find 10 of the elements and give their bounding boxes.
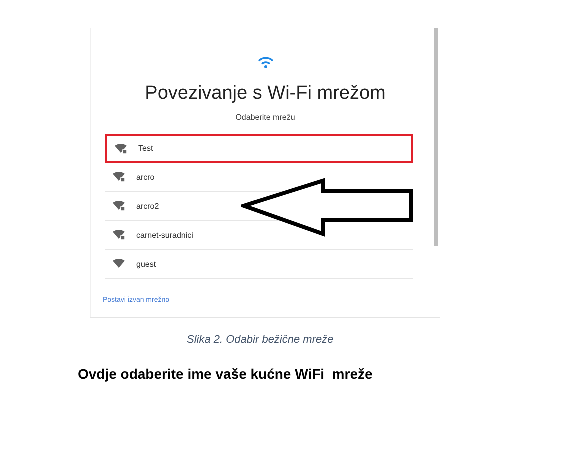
network-name[interactable]: guest — [136, 260, 156, 268]
instruction-text: Ovdje odaberite ime vaše kućne WiFi mreže — [78, 366, 373, 382]
dialog-subtitle: Odaberite mrežu — [236, 113, 296, 122]
network-name[interactable]: Test — [138, 144, 154, 153]
figure-caption: Slika 2. Odabir bežične mreže — [187, 334, 334, 346]
wifi-icon — [258, 56, 274, 69]
network-name[interactable]: arcro2 — [136, 202, 160, 210]
network-name[interactable]: carnet-suradnici — [136, 230, 194, 240]
dialog-title: Povezivanje s Wi-Fi mrežom — [145, 83, 386, 105]
network-name[interactable]: arcro — [136, 172, 155, 182]
